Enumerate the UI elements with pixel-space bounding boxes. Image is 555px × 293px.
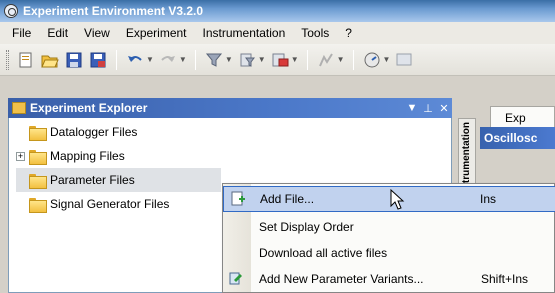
copy-filter-icon[interactable]	[237, 50, 257, 70]
explorer-folder-icon	[12, 102, 26, 114]
title-bar: Experiment Environment V3.2.0	[0, 0, 555, 22]
signal-dropdown-icon[interactable]: ▼	[337, 55, 345, 64]
mouse-cursor-icon	[390, 189, 405, 210]
menu-instrumentation[interactable]: Instrumentation	[195, 26, 294, 40]
close-icon[interactable]: ✕	[436, 102, 452, 115]
menu-experiment[interactable]: Experiment	[118, 26, 195, 40]
oscilloscope-header: Oscillosc	[480, 127, 555, 149]
tree-item-label: Mapping Files	[50, 149, 125, 163]
menu-bar: File Edit View Experiment Instrumentatio…	[0, 22, 555, 44]
menu-tools[interactable]: Tools	[293, 26, 337, 40]
download-active-files-menu-item[interactable]: Download all active files	[223, 240, 555, 266]
tree-item-parameter-files[interactable]: Parameter Files	[16, 168, 221, 192]
filter-icon[interactable]	[204, 50, 224, 70]
menu-item-label: Add File...	[260, 192, 315, 206]
add-file-icon	[224, 191, 252, 207]
redo-dropdown-icon[interactable]: ▼	[179, 55, 187, 64]
folder-icon	[29, 197, 47, 213]
folder-icon	[29, 149, 47, 165]
add-file-menu-item[interactable]: Add File... Ins	[223, 186, 555, 212]
context-menu: Add File... Ins Set Display Order Downlo…	[222, 183, 555, 293]
menu-item-label: Add New Parameter Variants...	[259, 272, 424, 286]
tree-item-label: Datalogger Files	[50, 125, 138, 139]
folder-icon	[29, 173, 47, 189]
app-icon	[4, 4, 18, 18]
menu-view[interactable]: View	[76, 26, 118, 40]
signal-icon[interactable]	[316, 50, 336, 70]
explorer-header: Experiment Explorer ▼ ⊥ ✕	[8, 98, 452, 118]
experiment-tab[interactable]: Exp	[490, 106, 555, 128]
record-dropdown-icon[interactable]: ▼	[291, 55, 299, 64]
record-icon[interactable]	[270, 50, 290, 70]
menu-item-shortcut: Shift+Ins	[481, 272, 529, 286]
toolbar-grip[interactable]	[6, 49, 9, 70]
toolbar-separator	[194, 49, 196, 70]
toolbar-separator	[306, 49, 308, 70]
undo-dropdown-icon[interactable]: ▼	[146, 55, 154, 64]
undo-icon[interactable]	[125, 50, 145, 70]
save-all-icon[interactable]	[88, 50, 108, 70]
toolbar-separator	[352, 49, 354, 70]
filter-dropdown-icon[interactable]: ▼	[225, 55, 233, 64]
tree-item-mapping-files[interactable]: + Mapping Files	[8, 144, 438, 168]
menu-item-label: Set Display Order	[259, 220, 354, 234]
new-document-icon[interactable]	[16, 50, 36, 70]
tree-item-datalogger-files[interactable]: Datalogger Files	[8, 120, 438, 144]
toolbar-separator	[116, 49, 117, 70]
copy-filter-dropdown-icon[interactable]: ▼	[258, 55, 266, 64]
redo-icon[interactable]	[158, 50, 178, 70]
instrument-dropdown-icon[interactable]: ▼	[383, 55, 391, 64]
menu-item-shortcut: Ins	[480, 192, 497, 206]
menu-edit[interactable]: Edit	[39, 26, 76, 40]
open-folder-icon[interactable]	[40, 50, 60, 70]
window-title: Experiment Environment V3.2.0	[23, 4, 204, 18]
set-display-order-menu-item[interactable]: Set Display Order	[223, 214, 555, 240]
menu-item-label: Download all active files	[259, 246, 388, 260]
add-parameter-variants-menu-item[interactable]: Add New Parameter Variants... Shift+Ins	[223, 266, 555, 292]
expand-icon[interactable]: +	[16, 151, 25, 161]
menu-file[interactable]: File	[4, 26, 39, 40]
pin-icon[interactable]: ⊥	[420, 102, 436, 115]
display-icon[interactable]	[394, 50, 414, 70]
tree-item-label: Signal Generator Files	[50, 197, 170, 211]
add-variant-icon	[223, 271, 251, 287]
instrument-icon[interactable]	[362, 50, 382, 70]
folder-icon	[29, 125, 47, 141]
tree-item-label: Parameter Files	[50, 173, 135, 187]
dropdown-icon[interactable]: ▼	[404, 102, 420, 114]
toolbar: ▼ ▼ ▼ ▼ ▼ ▼ ▼	[0, 44, 555, 76]
explorer-title: Experiment Explorer	[30, 101, 148, 115]
save-icon[interactable]	[64, 50, 84, 70]
menu-help[interactable]: ?	[337, 26, 360, 40]
